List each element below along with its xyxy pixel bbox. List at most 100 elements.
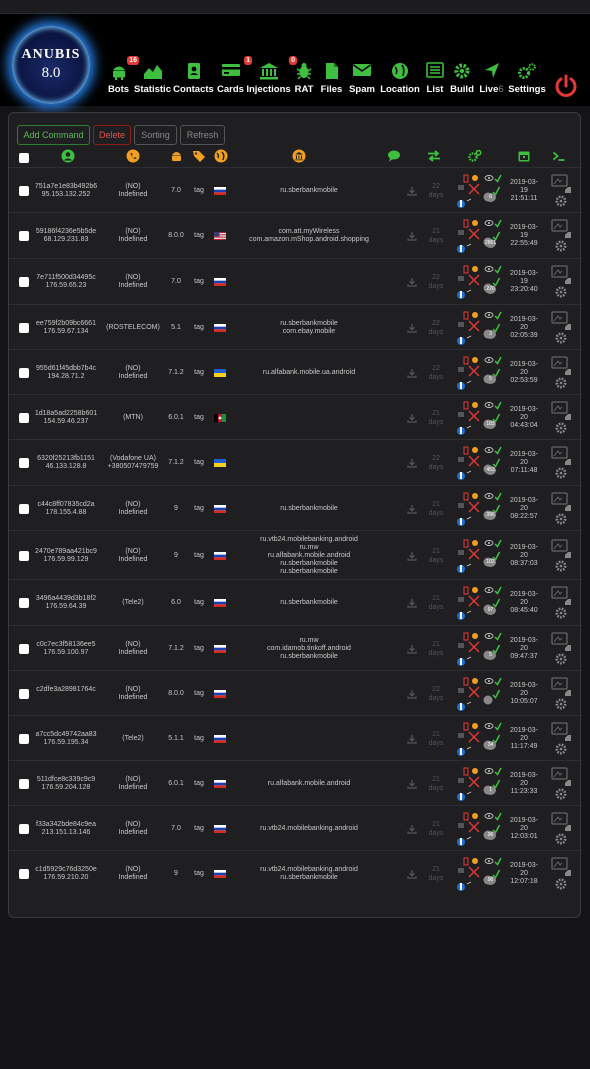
- download-icon[interactable]: [407, 734, 417, 744]
- row-actions-icons[interactable]: [551, 446, 573, 480]
- nav-list[interactable]: List: [422, 62, 448, 95]
- bot-id[interactable]: c1d5929c76d3250e: [31, 866, 101, 874]
- row-actions-icons[interactable]: [551, 400, 573, 435]
- bot-tag[interactable]: tag: [191, 780, 207, 787]
- bot-id[interactable]: c44c8ff07835cd2a: [31, 501, 101, 509]
- bot-tag[interactable]: tag: [191, 552, 207, 559]
- permissions-icons[interactable]: [455, 631, 503, 667]
- permissions-icons[interactable]: [455, 538, 503, 574]
- row-actions-icons[interactable]: [551, 491, 573, 526]
- injection-app[interactable]: ru.sberbankmobile: [229, 874, 389, 882]
- globe-icon[interactable]: [214, 149, 228, 163]
- download-icon[interactable]: [407, 689, 417, 699]
- table-row[interactable]: 511dfce8c339c9c9 176.59.204.128 (NO) Indefi…: [9, 760, 582, 805]
- injection-app[interactable]: ru.alfabank.mobile.android: [229, 552, 389, 560]
- table-row[interactable]: ee759f2b09bc6661 176.59.67.134 (ROSTELECOM…: [9, 304, 582, 349]
- injection-app[interactable]: ru.vtb24.mobilebanking.android: [229, 536, 389, 544]
- row-checkbox[interactable]: [19, 367, 29, 378]
- android-icon[interactable]: [170, 149, 183, 163]
- permissions-icons[interactable]: [455, 676, 503, 712]
- nav-rat[interactable]: RAT: [291, 62, 317, 95]
- nav-build[interactable]: Build: [448, 62, 476, 95]
- download-icon[interactable]: [407, 824, 417, 834]
- injection-app[interactable]: com.ebay.mobile: [229, 328, 389, 336]
- permissions-icons[interactable]: [455, 491, 503, 527]
- bot-id[interactable]: 511dfce8c339c9c9: [31, 776, 101, 784]
- permissions-icons[interactable]: [455, 856, 503, 892]
- exchange-icon[interactable]: [427, 149, 441, 163]
- bot-tag[interactable]: tag: [191, 324, 207, 331]
- row-checkbox[interactable]: [19, 823, 29, 834]
- download-icon[interactable]: [407, 869, 417, 879]
- nav-files[interactable]: Files: [317, 62, 346, 95]
- row-actions-icons[interactable]: [551, 219, 573, 253]
- nav-spam[interactable]: Spam: [346, 62, 378, 95]
- bot-id[interactable]: 2470e789aa421bc9: [31, 548, 101, 556]
- row-actions-icons[interactable]: [551, 856, 573, 891]
- injection-app[interactable]: ru.alfabank.mobile.android: [229, 780, 389, 788]
- injection-app[interactable]: ru.vtb24.mobilebanking.android: [229, 825, 389, 833]
- table-row[interactable]: c0c7ec3f58136ee5 176.59.100.97 (NO) Indefin…: [9, 625, 582, 670]
- injection-app[interactable]: ru.alfabank.mobile.ua.android: [229, 369, 389, 377]
- download-icon[interactable]: [407, 413, 417, 423]
- bot-id[interactable]: 59186f4236e5b5de: [31, 228, 101, 236]
- row-actions-icons[interactable]: [551, 173, 573, 208]
- permissions-icons[interactable]: [455, 218, 503, 254]
- download-icon[interactable]: [407, 323, 417, 333]
- nav-statistic[interactable]: Statistic: [133, 62, 172, 95]
- bot-tag[interactable]: tag: [191, 232, 207, 239]
- table-row[interactable]: c44c8ff07835cd2a 178.155.4.88 (NO) Indefine…: [9, 485, 582, 530]
- permissions-icons[interactable]: [455, 173, 503, 209]
- table-row[interactable]: 751a7e1e83b492b6 95.153.132.252 (NO) Indefi…: [9, 167, 582, 212]
- nav-bots[interactable]: 16 Bots: [104, 56, 139, 95]
- table-row[interactable]: a7cc5dc49742aa83 176.59.195.34 (Tele2) 5.1.…: [9, 715, 582, 760]
- download-icon[interactable]: [407, 277, 417, 287]
- injection-app[interactable]: ru.sberbankmobile: [229, 653, 389, 661]
- cogs-icon[interactable]: [468, 149, 482, 163]
- phone-icon[interactable]: [126, 149, 140, 163]
- bot-id[interactable]: c2dfe3a28981764c: [31, 686, 101, 694]
- bot-tag[interactable]: tag: [191, 735, 207, 742]
- table-row[interactable]: 3496a4439d3b18f2 176.59.64.39 (Tele2) 6.0 ta…: [9, 579, 582, 625]
- row-actions-icons[interactable]: [551, 631, 573, 666]
- injection-app[interactable]: ru.mw: [229, 544, 389, 552]
- permissions-icons[interactable]: [455, 310, 503, 346]
- nav-cards[interactable]: 1 Cards: [215, 56, 252, 95]
- row-checkbox[interactable]: [19, 598, 29, 608]
- row-checkbox[interactable]: [19, 231, 29, 241]
- download-icon[interactable]: [407, 458, 417, 468]
- bot-id[interactable]: a7cc5dc49742aa83: [31, 731, 101, 739]
- bot-tag[interactable]: tag: [191, 690, 207, 697]
- calendar-icon[interactable]: [517, 149, 531, 163]
- row-checkbox[interactable]: [19, 322, 29, 333]
- power-icon[interactable]: [554, 74, 578, 98]
- bot-id[interactable]: c0c7ec3f58136ee5: [31, 641, 101, 649]
- injection-app[interactable]: ru.sberbankmobile: [229, 568, 389, 576]
- table-row[interactable]: 1d18a5ad2258b601 154.59.46.237 (MTN) 6.0.1 t…: [9, 394, 582, 439]
- nav-injections[interactable]: 0 Injections: [246, 56, 297, 95]
- permissions-icons[interactable]: [455, 766, 503, 802]
- injection-app[interactable]: ru.mw: [229, 637, 389, 645]
- row-checkbox[interactable]: [19, 868, 29, 879]
- terminal-icon[interactable]: [552, 149, 566, 163]
- bot-id[interactable]: f33a342bde84c9ea: [31, 821, 101, 829]
- table-row[interactable]: 6320f25213fb1151 46.133.128.8 (Vodafone UA…: [9, 439, 582, 485]
- bot-id[interactable]: ee759f2b09bc6661: [31, 320, 101, 328]
- download-icon[interactable]: [407, 598, 417, 608]
- table-row[interactable]: 955d61f45dbb7b4c 194.28.71.2 (NO) Indefined…: [9, 349, 582, 394]
- table-row[interactable]: 59186f4236e5b5de 68.129.231.83 (NO) Indefin…: [9, 212, 582, 258]
- download-icon[interactable]: [407, 186, 417, 196]
- permissions-icons[interactable]: [455, 721, 503, 757]
- add-command-button[interactable]: Add Command: [17, 125, 90, 145]
- bot-tag[interactable]: tag: [191, 187, 207, 194]
- bot-tag[interactable]: tag: [191, 870, 207, 877]
- bot-id[interactable]: 6320f25213fb1151: [31, 455, 101, 463]
- row-checkbox[interactable]: [19, 458, 29, 468]
- table-row[interactable]: c2dfe3a28981764c (NO) Indefined 8.0.0 tag 22 d…: [9, 670, 582, 715]
- row-actions-icons[interactable]: [551, 766, 573, 801]
- permissions-icons[interactable]: [455, 355, 503, 391]
- nav-live[interactable]: Live6: [476, 62, 507, 95]
- bank-icon[interactable]: [292, 149, 306, 163]
- bot-id[interactable]: 751a7e1e83b492b6: [31, 183, 101, 191]
- permissions-icons[interactable]: [455, 400, 503, 436]
